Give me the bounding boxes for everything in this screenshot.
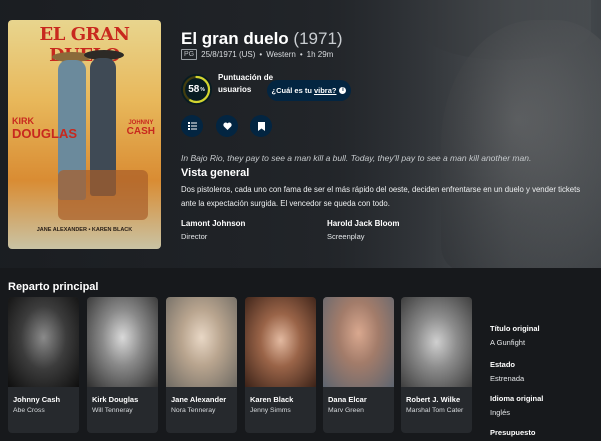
watchlist-button[interactable] [250,115,272,137]
overview-text: Dos pistoleros, cada uno con fama de ser… [181,185,581,208]
separator-dot: • [259,50,263,59]
fact-value: Estrenada [490,374,525,383]
fact-value: Inglés [490,408,511,417]
cast-card[interactable]: Jane Alexander Nora Tenneray [166,297,237,433]
poster-credits: JANE ALEXANDER • KAREN BLACK [36,227,133,233]
actor-name[interactable]: Kirk Douglas [92,395,138,404]
fact-label: Idioma original [490,394,544,403]
overview-heading: Vista general [181,167,250,179]
crew-name[interactable]: Lamont Johnson [181,219,245,228]
fact-original-language: Idioma original Inglés [490,394,543,417]
movie-title-text[interactable]: El gran duelo [181,29,289,48]
add-to-list-button[interactable] [181,115,203,137]
vibe-link[interactable]: vibra? [314,86,337,95]
fact-value: A Gunfight [490,338,526,347]
character-name: Jenny Simms [250,407,291,414]
fact-budget: Presupuesto [490,428,535,437]
crew-member: Lamont Johnson Director [181,219,245,241]
runtime: 1h 29m [306,50,334,59]
actor-photo[interactable] [245,297,316,387]
score-number: 58 [188,84,200,95]
character-name: Nora Tenneray [171,407,216,414]
poster-fine-print [12,238,157,246]
actor-name[interactable]: Dana Elcar [328,395,367,404]
fact-original-title: Título original A Gunfight [490,324,540,347]
favorite-button[interactable] [216,115,238,137]
movie-poster[interactable]: EL GRAN DUELO KIRK DOUGLAS JOHNNY CASH J… [8,20,161,249]
crew-role: Director [181,232,208,241]
bookmark-icon [257,121,265,131]
crew-name[interactable]: Harold Jack Bloom [327,219,399,228]
poster-star-right-last: CASH [126,126,155,137]
separator-dot: • [299,50,303,59]
release-date: 25/8/1971 (US) [201,50,256,59]
actor-name[interactable]: Karen Black [250,395,293,404]
poster-star-right: JOHNNY CASH [127,120,155,137]
actor-photo[interactable] [8,297,79,387]
fact-status: Estado Estrenada [490,360,524,383]
poster-star-left-last: DOUGLAS [12,126,77,141]
user-score-value: 58% [181,74,212,105]
cast-heading: Reparto principal [8,281,99,293]
certification-badge: PG [181,49,198,60]
actor-photo[interactable] [87,297,158,387]
movie-year: (1971) [293,29,343,48]
cast-card[interactable]: Robert J. Wilke Marshal Tom Cater [401,297,472,433]
vibe-prefix: ¿Cuál es tu [271,86,312,95]
actor-name[interactable]: Jane Alexander [171,395,226,404]
list-icon [187,122,197,130]
character-name: Marshal Tom Cater [406,407,464,414]
heart-icon [222,122,232,130]
fact-label: Título original [490,324,540,333]
info-icon[interactable]: i [339,87,347,94]
actor-photo[interactable] [401,297,472,387]
crew-role: Screenplay [327,232,365,241]
actor-photo[interactable] [166,297,237,387]
fact-label: Presupuesto [490,428,536,437]
movie-title: El gran duelo (1971) [181,29,343,49]
poster-scene [58,170,148,220]
poster-star-left: KIRK DOUGLAS [12,116,77,141]
fact-label: Estado [490,360,516,369]
character-name: Abe Cross [13,407,45,414]
cast-card[interactable]: Kirk Douglas Will Tenneray [87,297,158,433]
poster-star-left-first: KIRK [12,116,34,126]
movie-tagline: In Bajo Rio, they pay to see a man kill … [181,153,532,163]
crew-member: Harold Jack Bloom Screenplay [327,219,399,241]
genre-link[interactable]: Western [266,50,296,59]
score-percent-sign: % [200,86,205,93]
cast-card[interactable]: Johnny Cash Abe Cross [8,297,79,433]
actor-photo[interactable] [323,297,394,387]
character-name: Marv Green [328,407,364,414]
cast-card[interactable]: Dana Elcar Marv Green [323,297,394,433]
actor-name[interactable]: Johnny Cash [13,395,60,404]
actor-name[interactable]: Robert J. Wilke [406,395,460,404]
vibe-button[interactable]: ¿Cuál es tu vibra? i [267,80,351,101]
character-name: Will Tenneray [92,407,133,414]
cast-card[interactable]: Karen Black Jenny Simms [245,297,316,433]
movie-facts: PG 25/8/1971 (US) • Western • 1h 29m [181,49,333,60]
